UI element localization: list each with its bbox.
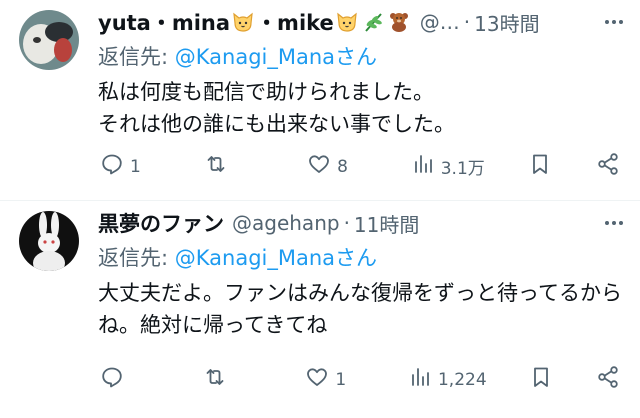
- reply-icon: [100, 365, 124, 394]
- cat-face-icon: [231, 11, 255, 38]
- views-button[interactable]: 3.1万: [411, 152, 485, 181]
- share-icon: [596, 152, 620, 181]
- like-count: 1: [335, 369, 347, 390]
- retweet-icon: [204, 152, 228, 181]
- more-options-icon[interactable]: [602, 211, 626, 235]
- tweet[interactable]: yuta・mina ・mike @… · 13時間 返信先: @Kanagi_Ma…: [0, 0, 640, 200]
- retweet-button[interactable]: [204, 152, 264, 181]
- like-button[interactable]: 1: [305, 365, 365, 394]
- display-name-part: ・mike: [256, 10, 334, 35]
- like-count: 8: [337, 156, 348, 177]
- reply-button[interactable]: 1: [100, 152, 160, 181]
- tweet-actions: 1 1,224: [100, 365, 620, 394]
- herb-icon: [361, 11, 385, 38]
- reply-count: 1: [130, 156, 141, 177]
- user-handle[interactable]: @…: [420, 10, 460, 34]
- share-button[interactable]: [596, 365, 620, 394]
- display-name[interactable]: yuta・mina ・mike: [98, 7, 412, 38]
- reply-context: 返信先: @Kanagi_Manaさん: [98, 241, 626, 275]
- tweet[interactable]: 黒夢のファン @agehanp · 11時間 返信先: @Kanagi_Mana…: [0, 200, 640, 401]
- separator-dot: ·: [343, 211, 350, 235]
- tweet-text: 大丈夫だよ。ファンはみんな復帰をずっと待ってるからね。絶対に帰ってきてね: [98, 281, 622, 337]
- share-button[interactable]: [596, 152, 620, 181]
- reply-prefix: 返信先:: [98, 246, 169, 270]
- avatar[interactable]: [19, 211, 79, 271]
- views-count: 3.1万: [440, 159, 485, 179]
- heart-icon: [307, 152, 331, 181]
- reply-context: 返信先: @Kanagi_Manaさん: [98, 40, 626, 74]
- reply-button[interactable]: [100, 365, 160, 394]
- separator-dot: ·: [463, 10, 471, 34]
- more-options-icon[interactable]: [602, 10, 626, 34]
- reply-prefix: 返信先:: [98, 45, 169, 69]
- user-handle[interactable]: @agehanp: [232, 211, 340, 235]
- views-button[interactable]: 1,224: [408, 365, 487, 394]
- like-button[interactable]: 8: [307, 152, 367, 181]
- share-icon: [596, 365, 620, 394]
- retweet-icon: [203, 365, 227, 394]
- views-chart-icon: [408, 365, 432, 394]
- tweet-text: 私は何度も配信で助けられました。 それは他の誰にも出来ない事でした。: [98, 80, 455, 136]
- views-chart-icon: [411, 152, 435, 181]
- bookmark-icon: [529, 365, 553, 394]
- display-name[interactable]: 黒夢のファン: [98, 208, 224, 238]
- bookmark-button[interactable]: [529, 365, 553, 394]
- reply-mention-link[interactable]: @Kanagi_Manaさん: [175, 246, 377, 270]
- cat-face-icon: [335, 11, 359, 38]
- timestamp[interactable]: 13時間: [474, 8, 539, 37]
- reply-mention-link[interactable]: @Kanagi_Manaさん: [175, 45, 377, 69]
- teddy-bear-icon: [387, 11, 411, 38]
- retweet-button[interactable]: [203, 365, 263, 394]
- heart-icon: [305, 365, 329, 394]
- timestamp[interactable]: 11時間: [354, 209, 419, 238]
- bookmark-button[interactable]: [528, 152, 552, 181]
- views-count: 1,224: [437, 369, 487, 390]
- avatar[interactable]: [19, 10, 79, 70]
- display-name-part: yuta・mina: [98, 10, 231, 35]
- tweet-actions: 1 8 3.1万: [100, 152, 620, 181]
- reply-icon: [100, 152, 124, 181]
- bookmark-icon: [528, 152, 552, 181]
